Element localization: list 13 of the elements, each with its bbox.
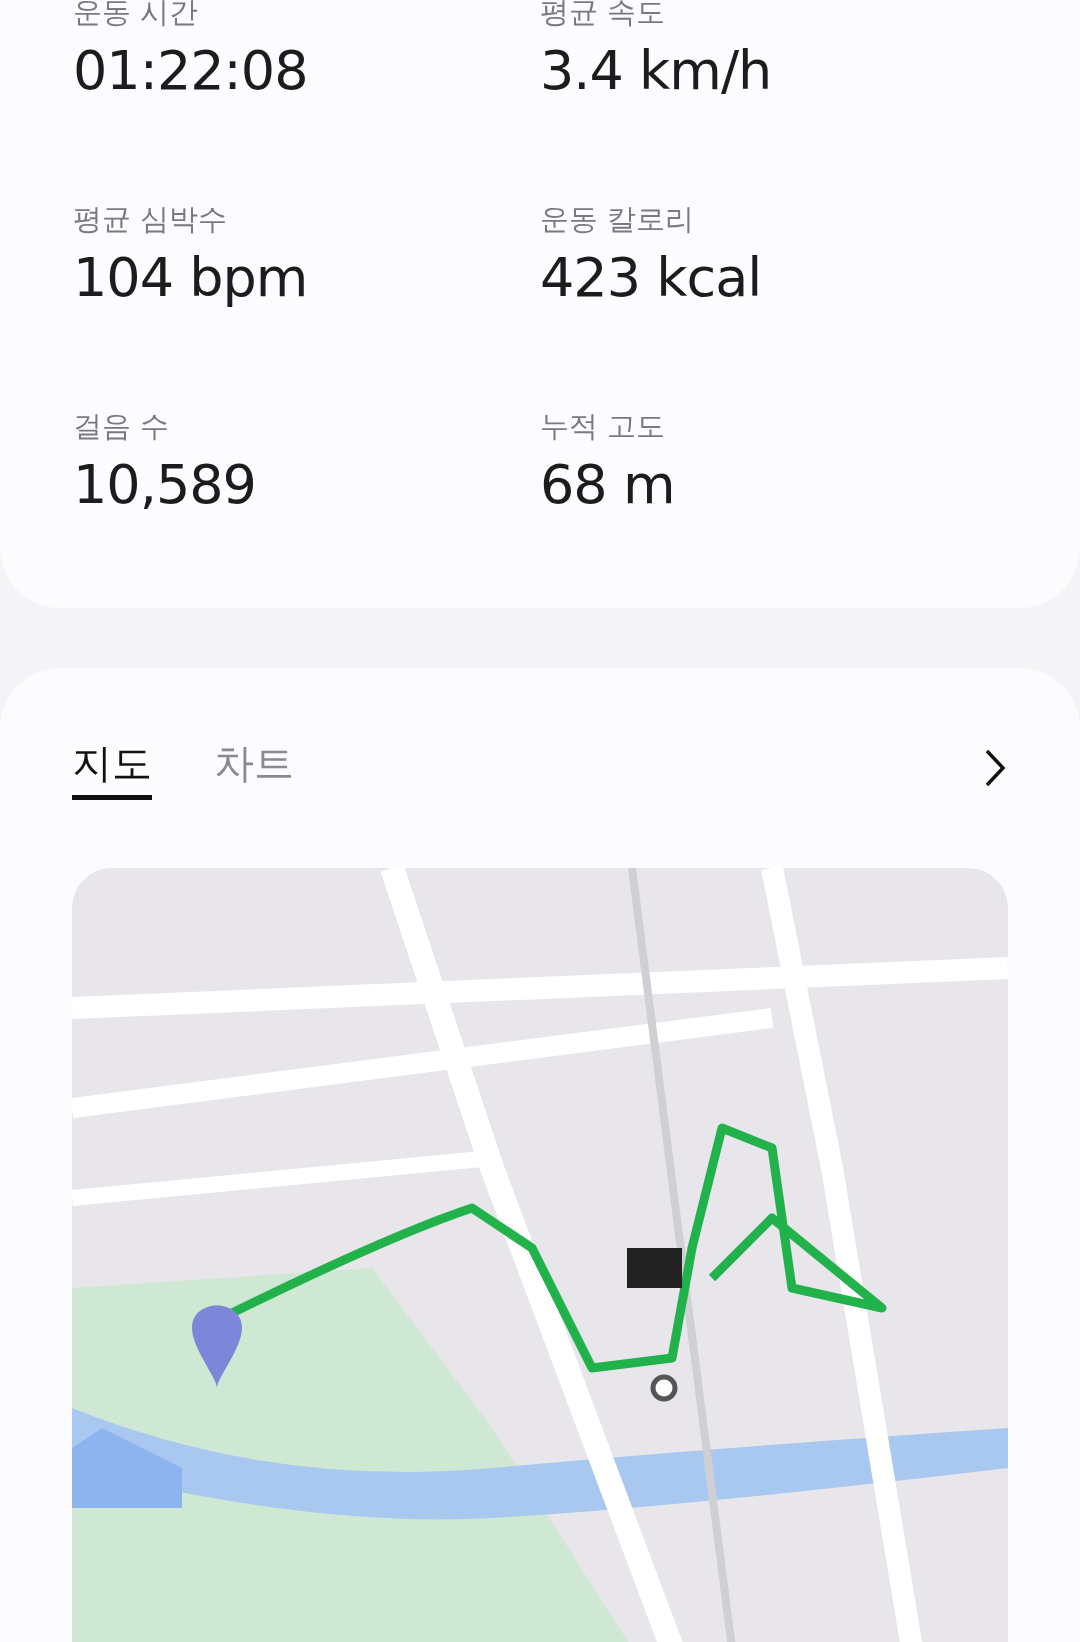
stat-label: 평균 심박수 [73,201,228,238]
stat-label: 운동 칼로리 [540,201,695,238]
stat-value: 68 m [540,452,675,518]
stat-value: 3.4 km/h [540,38,772,104]
stat-label: 누적 고도 [540,408,666,445]
stat-value: 10,589 [73,452,256,518]
stat-value: 423 kcal [540,245,762,311]
stat-value: 104 bpm [73,245,308,311]
stat-label: 운동 시간 [73,0,199,31]
stat-label: 걸음 수 [73,408,170,445]
stat-label: 평균 속도 [540,0,666,31]
stat-value: 01:22:08 [73,38,308,104]
tab[interactable]: 지도 [72,736,152,800]
